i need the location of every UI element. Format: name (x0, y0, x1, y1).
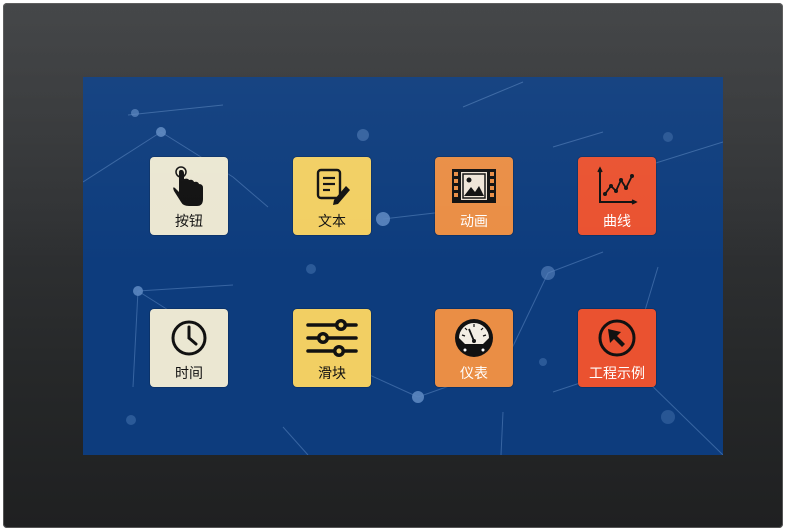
tile-label: 工程示例 (589, 366, 645, 382)
gauge-meter-icon (435, 315, 513, 361)
tile-project-example[interactable]: 工程示例 (578, 309, 656, 387)
hmi-device-bezel: 按钮 文本 动画 曲线 时间 滑块 仪表 工程示例 (3, 3, 783, 528)
film-picture-icon (435, 163, 513, 209)
hand-touch-icon (150, 163, 228, 209)
network-background (83, 81, 723, 455)
tile-label: 曲线 (603, 214, 631, 230)
tile-label: 按钮 (175, 214, 203, 230)
clock-icon (150, 315, 228, 361)
tile-label: 滑块 (318, 366, 346, 382)
tile-slider[interactable]: 滑块 (293, 309, 371, 387)
tile-label: 文本 (318, 214, 346, 230)
tile-label: 动画 (460, 214, 488, 230)
tile-curve[interactable]: 曲线 (578, 157, 656, 235)
tile-gauge[interactable]: 仪表 (435, 309, 513, 387)
document-edit-icon (293, 163, 371, 209)
tile-button[interactable]: 按钮 (150, 157, 228, 235)
cursor-arrow-icon (578, 315, 656, 361)
tile-label: 时间 (175, 366, 203, 382)
tile-time[interactable]: 时间 (150, 309, 228, 387)
tile-text[interactable]: 文本 (293, 157, 371, 235)
tile-label: 仪表 (460, 366, 488, 382)
tile-animation[interactable]: 动画 (435, 157, 513, 235)
line-chart-icon (578, 163, 656, 209)
sliders-icon (293, 315, 371, 361)
touch-screen: 按钮 文本 动画 曲线 时间 滑块 仪表 工程示例 (83, 77, 723, 455)
